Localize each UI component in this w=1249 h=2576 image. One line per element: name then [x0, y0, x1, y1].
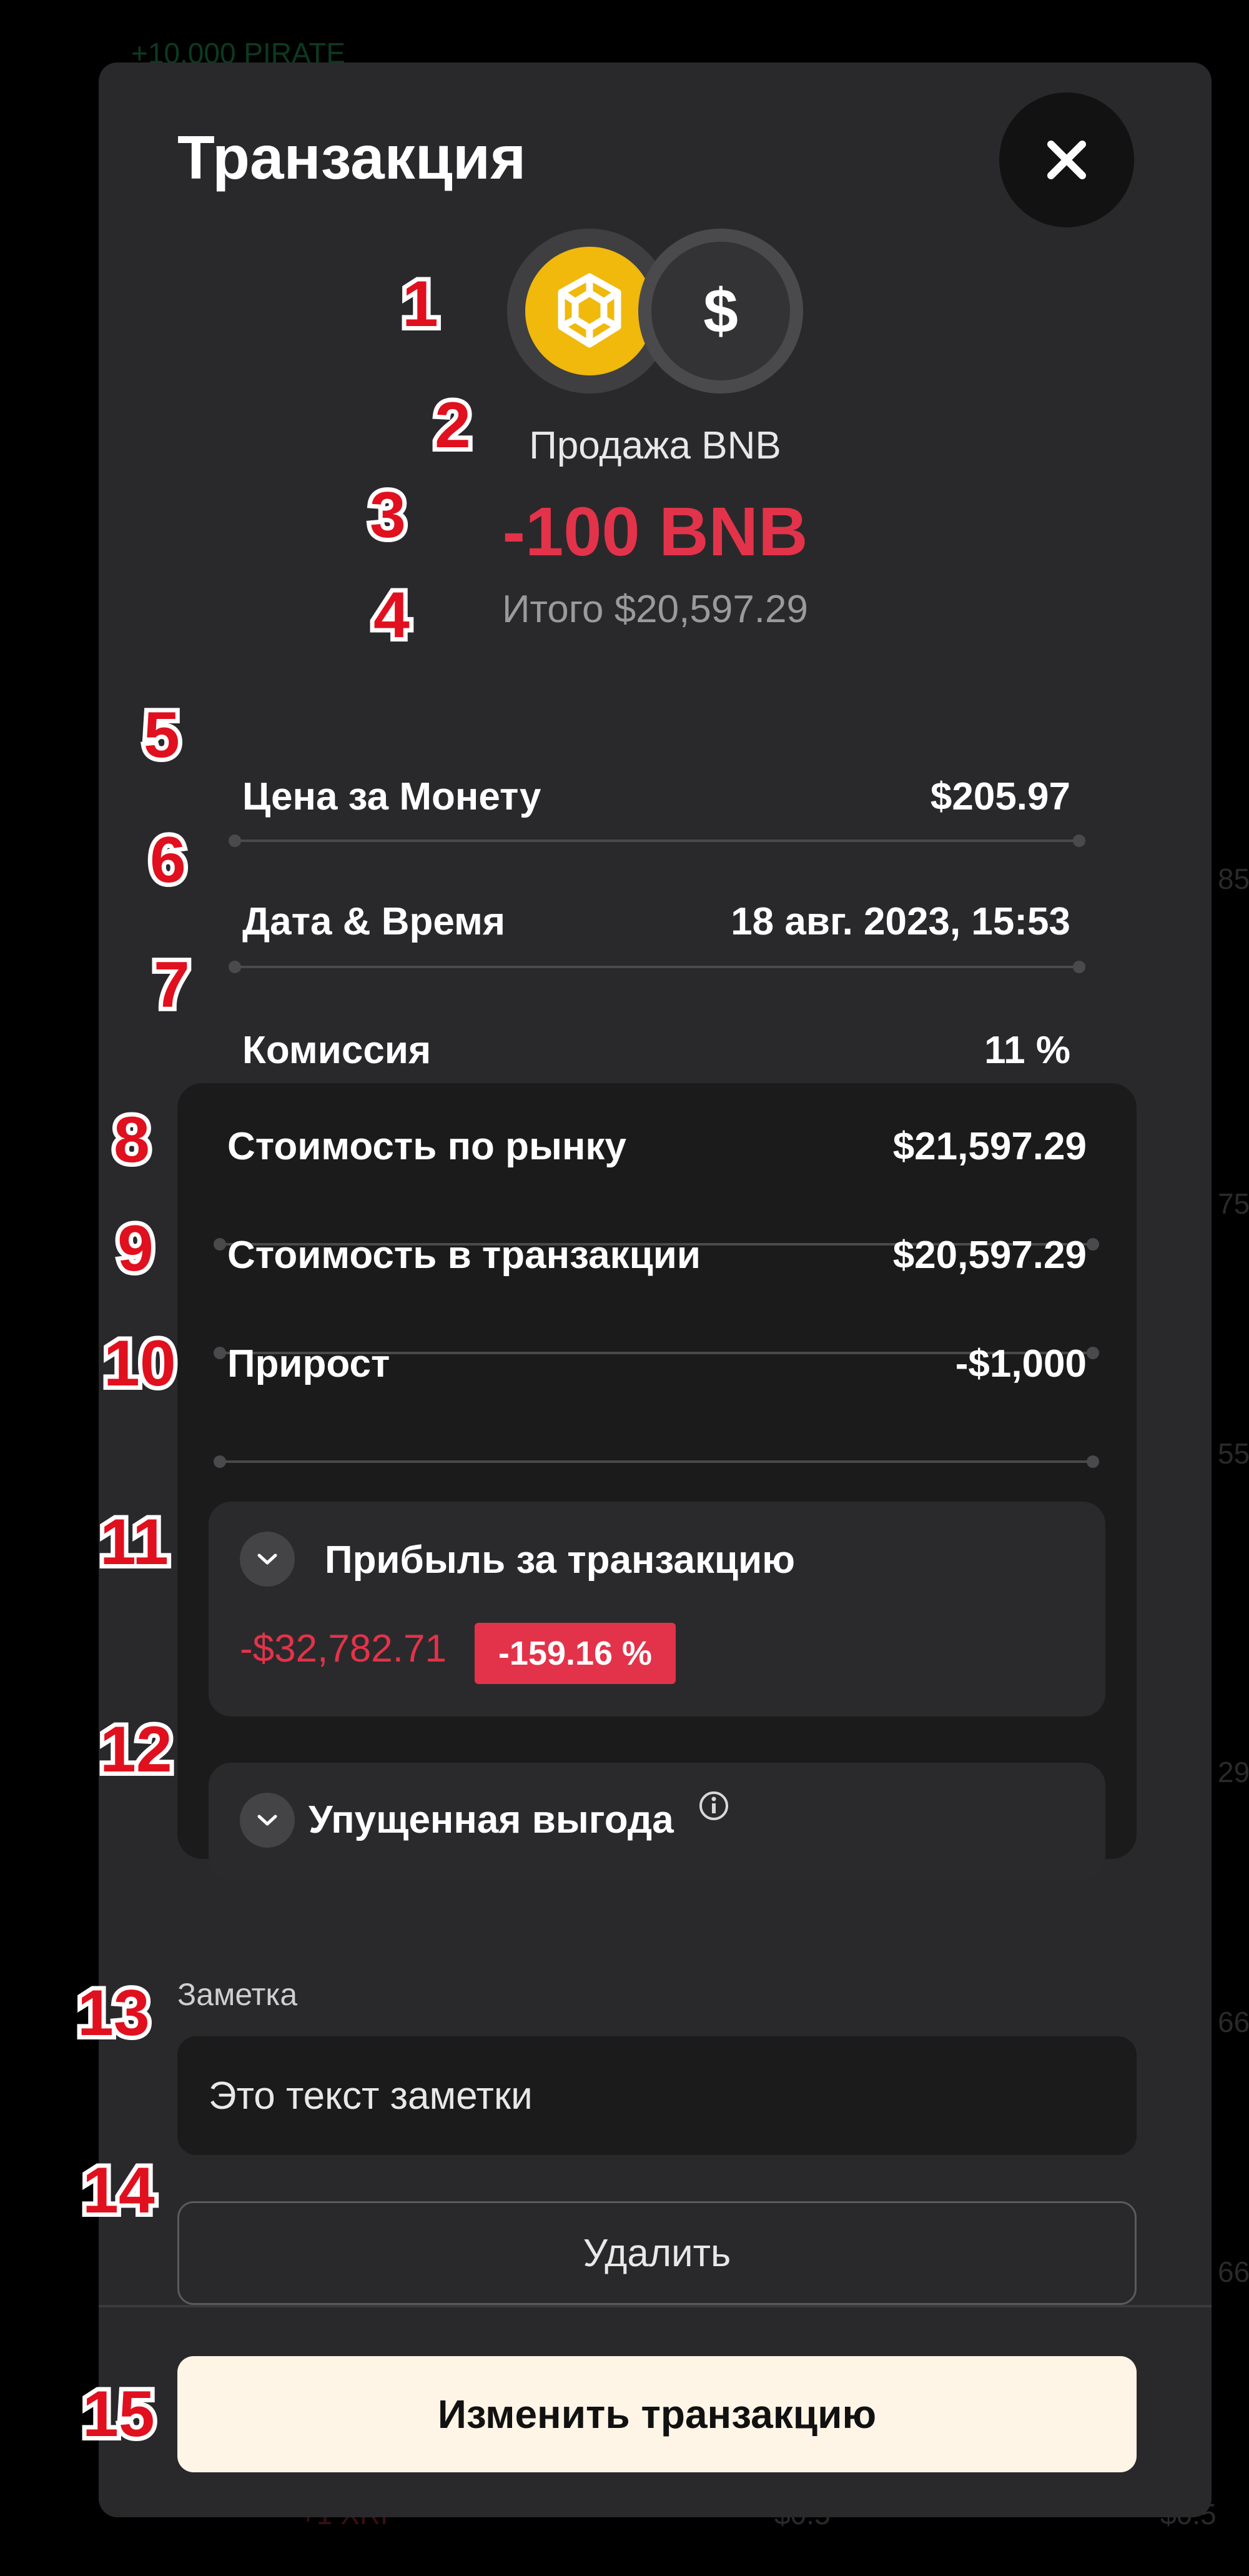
annotation-marker: 10	[99, 1323, 180, 1404]
stats-panel: Стоимость по рынку $21,597.29 Стоимость …	[177, 1083, 1137, 1879]
stat-label: Стоимость по рынку	[227, 1125, 626, 1168]
annotation-marker: 1	[398, 264, 443, 345]
stat-label: Прирост	[227, 1342, 390, 1385]
row-divider	[214, 1455, 1099, 1468]
detail-value: 11 %	[984, 1029, 1070, 1072]
detail-label: Цена за Монету	[242, 775, 541, 818]
profit-percent-badge: -159.16 %	[475, 1623, 676, 1684]
note-label: Заметка	[177, 1977, 298, 2012]
dollar-icon: $	[651, 242, 790, 380]
annotation-marker: 8	[109, 1099, 154, 1181]
annotation-marker: 9	[113, 1208, 158, 1289]
bg-edge-value: 85	[1218, 863, 1249, 895]
bg-edge-value: 66	[1218, 2256, 1249, 2288]
annotation-marker: 2	[430, 385, 475, 466]
close-icon	[1047, 141, 1086, 179]
annotation-marker: 11	[96, 1502, 173, 1583]
annotation-marker: 6	[146, 820, 190, 901]
missed-profit-title: Упущенная выгода	[309, 1798, 674, 1841]
usd-coin: $	[638, 229, 803, 394]
profit-amount: -$32,782.71	[240, 1627, 447, 1670]
footer-divider	[99, 2305, 1212, 2307]
bg-edge-value: 55	[1218, 1437, 1249, 1470]
bg-edge-value: 66	[1218, 2006, 1249, 2038]
transaction-total: Итого $20,597.29	[501, 588, 808, 631]
detail-value: 18 авг. 2023, 15:53	[731, 900, 1070, 943]
chevron-down-icon[interactable]	[240, 1532, 295, 1587]
missed-profit-card[interactable]: Упущенная выгода	[209, 1763, 1105, 1879]
note-field[interactable]	[177, 2036, 1137, 2155]
stat-row-growth: Прирост -$1,000	[227, 1342, 1087, 1386]
delete-button[interactable]: Удалить	[177, 2201, 1137, 2305]
bg-edge-value: 75	[1218, 1187, 1249, 1220]
bnb-icon	[558, 273, 621, 348]
stat-label: Стоимость в транзакции	[227, 1234, 701, 1277]
detail-row-price: Цена за Монету $205.97	[242, 775, 1070, 819]
detail-row-fee: Комиссия 11 %	[242, 1028, 1070, 1073]
transaction-amount: -100 BNB	[502, 493, 808, 570]
annotation-marker: 13	[73, 1973, 154, 2054]
annotation-marker: 5	[139, 695, 184, 776]
detail-label: Комиссия	[242, 1029, 432, 1072]
annotation-marker: 3	[365, 475, 410, 556]
profit-title: Прибыль за транзакцию	[325, 1538, 796, 1582]
detail-label: Дата & Время	[242, 900, 506, 943]
detail-value: $205.97	[930, 775, 1070, 818]
annotation-marker: 12	[96, 1709, 177, 1790]
annotation-marker: 4	[369, 575, 414, 656]
annotation-marker: 15	[78, 2374, 159, 2455]
row-divider	[229, 835, 1085, 847]
close-button[interactable]	[999, 92, 1134, 227]
chevron-down-icon[interactable]	[240, 1793, 295, 1848]
transaction-type: Продажа BNB	[529, 424, 781, 467]
annotation-marker: 7	[149, 944, 194, 1026]
stat-value: $20,597.29	[892, 1234, 1087, 1277]
modal-title: Транзакция	[177, 123, 526, 192]
detail-row-datetime: Дата & Время 18 авг. 2023, 15:53	[242, 899, 1070, 944]
stat-value: -$1,000	[955, 1342, 1087, 1385]
edit-transaction-button[interactable]: Изменить транзакцию	[177, 2356, 1137, 2472]
profit-card[interactable]: Прибыль за транзакцию -$32,782.71 -159.1…	[209, 1502, 1105, 1717]
row-divider	[229, 961, 1085, 973]
annotation-marker: 14	[78, 2150, 159, 2231]
stat-value: $21,597.29	[892, 1125, 1087, 1168]
bg-edge-value: 29	[1218, 1756, 1249, 1788]
stat-row-market-value: Стоимость по рынку $21,597.29	[227, 1124, 1087, 1169]
stat-row-transaction-value: Стоимость в транзакции $20,597.29	[227, 1233, 1087, 1277]
info-icon[interactable]	[698, 1790, 729, 1821]
transaction-modal: Транзакция $ Продажа BNB -100 BNB Итого …	[99, 62, 1212, 2517]
